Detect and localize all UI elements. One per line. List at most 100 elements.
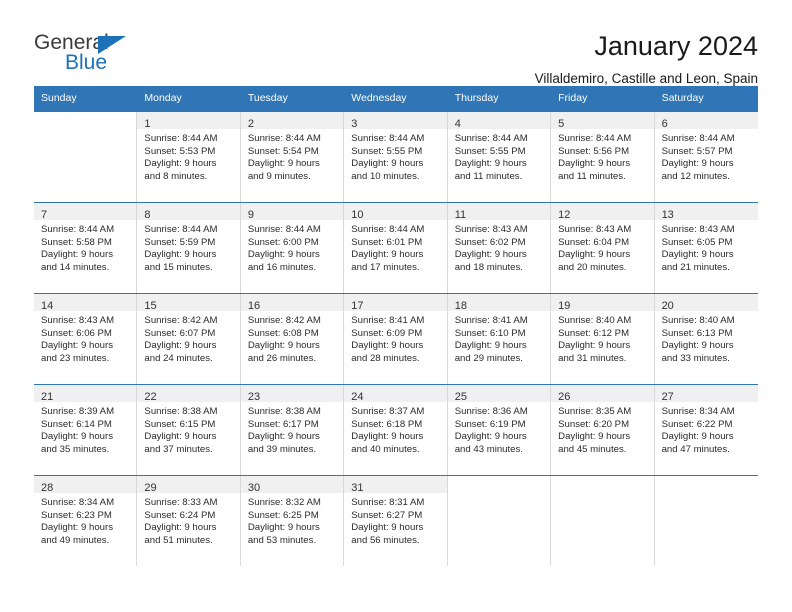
sunrise-text: Sunrise: 8:44 AM (247, 133, 321, 144)
sunrise-text: Sunrise: 8:40 AM (661, 315, 735, 326)
daylight-text-line2: and 37 minutes. (144, 443, 213, 455)
day-number: 20 (661, 300, 674, 312)
day-number: 23 (247, 391, 261, 403)
logo-text-blue: Blue (65, 51, 108, 74)
day-cell[interactable]: 3 Sunrise: 8:44 AM Sunset: 5:55 PM Dayli… (344, 112, 448, 202)
day-number: 28 (41, 482, 54, 494)
day-cell[interactable]: 13 Sunrise: 8:43 AM Sunset: 6:05 PM Dayl… (654, 203, 758, 293)
day-cell[interactable]: 19 Sunrise: 8:40 AM Sunset: 6:12 PM Dayl… (551, 294, 655, 384)
day-number: 9 (247, 209, 254, 221)
sunrise-text: Sunrise: 8:44 AM (351, 133, 425, 144)
sunrise-text: Sunrise: 8:44 AM (661, 133, 735, 144)
sunset-text: Sunset: 6:04 PM (558, 236, 630, 248)
day-cell[interactable]: 18 Sunrise: 8:41 AM Sunset: 6:10 PM Dayl… (447, 294, 552, 384)
sunset-text: Sunset: 6:13 PM (661, 327, 733, 339)
day-cell[interactable]: 5 Sunrise: 8:44 AM Sunset: 5:56 PM Dayli… (551, 112, 655, 202)
day-number-band: 11 (447, 203, 551, 221)
day-details: Sunrise: 8:42 AM Sunset: 6:08 PM Dayligh… (241, 311, 343, 365)
day-number: 14 (41, 300, 54, 312)
day-cell[interactable]: 8 Sunrise: 8:44 AM Sunset: 5:59 PM Dayli… (137, 203, 241, 293)
sunrise-text: Sunrise: 8:44 AM (41, 224, 115, 235)
day-cell[interactable]: 27 Sunrise: 8:34 AM Sunset: 6:22 PM Dayl… (654, 385, 758, 475)
day-cell[interactable]: 17 Sunrise: 8:41 AM Sunset: 6:09 PM Dayl… (344, 294, 448, 384)
day-number: 11 (454, 209, 467, 221)
day-cell[interactable]: 29 Sunrise: 8:33 AM Sunset: 6:24 PM Dayl… (137, 476, 241, 566)
day-cell[interactable]: 9 Sunrise: 8:44 AM Sunset: 6:00 PM Dayli… (240, 203, 345, 293)
sunset-text: Sunset: 6:14 PM (41, 418, 112, 430)
page-header: General Blue January 2024 Villaldemiro, … (0, 0, 792, 86)
day-details: Sunrise: 8:41 AM Sunset: 6:09 PM Dayligh… (344, 311, 446, 365)
day-details: Sunrise: 8:31 AM Sunset: 6:27 PM Dayligh… (344, 493, 446, 547)
day-cell[interactable]: 22 Sunrise: 8:38 AM Sunset: 6:15 PM Dayl… (137, 385, 241, 475)
day-cell[interactable]: 25 Sunrise: 8:36 AM Sunset: 6:19 PM Dayl… (447, 385, 552, 475)
day-number-band (448, 476, 550, 493)
day-cell[interactable]: 30 Sunrise: 8:32 AM Sunset: 6:25 PM Dayl… (240, 476, 345, 566)
daylight-text-line1: Daylight: 9 hours (351, 340, 424, 352)
day-cell[interactable]: 2 Sunrise: 8:44 AM Sunset: 5:54 PM Dayli… (240, 112, 345, 202)
day-cell[interactable]: 15 Sunrise: 8:42 AM Sunset: 6:07 PM Dayl… (137, 294, 241, 384)
day-details (448, 493, 550, 497)
daylight-text-line2: and 56 minutes. (351, 534, 420, 546)
daylight-text-line2: and 11 minutes. (558, 170, 626, 182)
day-cell[interactable]: 6 Sunrise: 8:44 AM Sunset: 5:57 PM Dayli… (654, 112, 758, 202)
day-number: 26 (558, 391, 571, 403)
day-number-band: 4 (447, 112, 551, 130)
daylight-text-line2: and 17 minutes. (351, 261, 420, 273)
day-cell[interactable]: 12 Sunrise: 8:43 AM Sunset: 6:04 PM Dayl… (551, 203, 655, 293)
weekday-friday: Friday (558, 92, 588, 104)
day-number-band: 16 (240, 294, 344, 312)
day-cell[interactable]: 16 Sunrise: 8:42 AM Sunset: 6:08 PM Dayl… (240, 294, 345, 384)
day-details (34, 129, 136, 133)
daylight-text-line1: Daylight: 9 hours (351, 431, 424, 443)
day-cell[interactable]: 24 Sunrise: 8:37 AM Sunset: 6:18 PM Dayl… (344, 385, 448, 475)
day-number: 27 (661, 391, 674, 403)
sunset-text: Sunset: 5:56 PM (558, 145, 630, 157)
day-cell[interactable]: 28 Sunrise: 8:34 AM Sunset: 6:23 PM Dayl… (34, 476, 138, 566)
daylight-text-line2: and 23 minutes. (41, 352, 110, 364)
day-number-band: 19 (551, 294, 654, 312)
daylight-text-line1: Daylight: 9 hours (247, 340, 320, 352)
sunset-text: Sunset: 6:02 PM (454, 236, 526, 248)
day-details (655, 493, 758, 497)
day-number-band: 22 (137, 385, 240, 403)
day-number: 24 (351, 391, 364, 403)
day-cell[interactable]: 10 Sunrise: 8:44 AM Sunset: 6:01 PM Dayl… (344, 203, 448, 293)
day-cell[interactable]: 11 Sunrise: 8:43 AM Sunset: 6:02 PM Dayl… (447, 203, 552, 293)
day-number-band: 9 (240, 203, 344, 221)
daylight-text-line2: and 9 minutes. (247, 170, 311, 182)
sunrise-text: Sunrise: 8:33 AM (144, 497, 218, 508)
sunset-text: Sunset: 6:18 PM (351, 418, 423, 430)
daylight-text-line1: Daylight: 9 hours (247, 249, 320, 261)
daylight-text-line2: and 45 minutes. (558, 443, 627, 455)
general-blue-logo[interactable]: General Blue (34, 30, 164, 78)
daylight-text-line1: Daylight: 9 hours (454, 431, 527, 443)
day-cell[interactable]: 14 Sunrise: 8:43 AM Sunset: 6:06 PM Dayl… (34, 294, 138, 384)
sunrise-text: Sunrise: 8:41 AM (454, 315, 528, 326)
day-cell[interactable]: 21 Sunrise: 8:39 AM Sunset: 6:14 PM Dayl… (34, 385, 138, 475)
sunset-text: Sunset: 5:54 PM (247, 145, 319, 157)
week-row: 1 Sunrise: 8:44 AM Sunset: 5:53 PM Dayli… (34, 111, 758, 202)
sunset-text: Sunset: 6:10 PM (454, 327, 526, 339)
day-number-band: 28 (34, 476, 137, 494)
day-details: Sunrise: 8:44 AM Sunset: 5:53 PM Dayligh… (137, 129, 239, 183)
sunset-text: Sunset: 6:20 PM (558, 418, 630, 430)
day-cell[interactable]: 23 Sunrise: 8:38 AM Sunset: 6:17 PM Dayl… (240, 385, 345, 475)
day-details: Sunrise: 8:41 AM Sunset: 6:10 PM Dayligh… (448, 311, 550, 365)
day-number: 19 (558, 300, 571, 312)
day-cell[interactable]: 1 Sunrise: 8:44 AM Sunset: 5:53 PM Dayli… (137, 112, 241, 202)
sunset-text: Sunset: 6:12 PM (558, 327, 630, 339)
day-cell[interactable]: 20 Sunrise: 8:40 AM Sunset: 6:13 PM Dayl… (654, 294, 758, 384)
day-cell[interactable]: 4 Sunrise: 8:44 AM Sunset: 5:55 PM Dayli… (447, 112, 552, 202)
daylight-text-line1: Daylight: 9 hours (454, 340, 527, 352)
sunrise-text: Sunrise: 8:40 AM (558, 315, 632, 326)
daylight-text-line2: and 53 minutes. (247, 534, 317, 546)
day-cell[interactable]: 31 Sunrise: 8:31 AM Sunset: 6:27 PM Dayl… (344, 476, 448, 566)
day-cell[interactable]: 7 Sunrise: 8:44 AM Sunset: 5:58 PM Dayli… (34, 203, 138, 293)
day-number-band: 5 (551, 112, 654, 130)
day-details: Sunrise: 8:35 AM Sunset: 6:20 PM Dayligh… (551, 402, 653, 456)
daylight-text-line1: Daylight: 9 hours (558, 158, 631, 170)
daylight-text-line2: and 15 minutes. (144, 261, 213, 273)
day-cell[interactable]: 26 Sunrise: 8:35 AM Sunset: 6:20 PM Dayl… (551, 385, 655, 475)
sunrise-text: Sunrise: 8:39 AM (41, 406, 115, 417)
day-number-band: 15 (137, 294, 240, 312)
